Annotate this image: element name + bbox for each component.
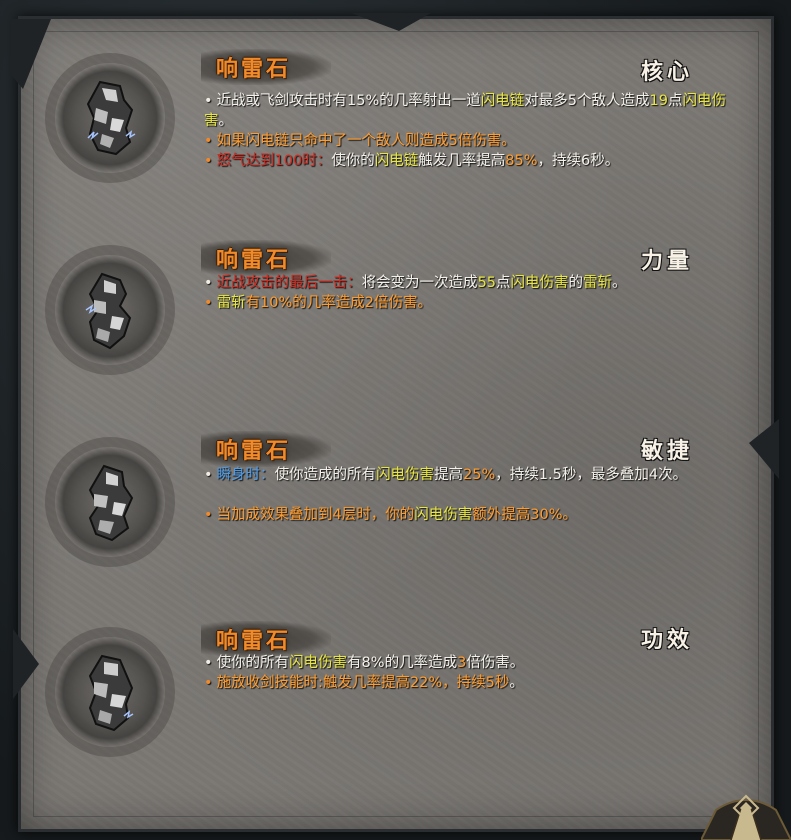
corner-ornament	[701, 794, 791, 840]
slot-label: 敏捷	[641, 439, 694, 464]
crack-decoration	[351, 13, 431, 31]
slot-label: 功效	[641, 628, 694, 653]
effect-line: • 如果闪电链只命中了一个敌人则造成5倍伤害。	[204, 133, 516, 149]
stone-title: 响雷石	[216, 248, 292, 273]
lightning-stone-icon[interactable]	[55, 447, 165, 557]
crack-decoration	[13, 629, 39, 699]
effect-line: • 雷斩有10%的几率造成2倍伤害。	[204, 295, 433, 311]
effect-line: • 近战或飞剑攻击时有15%的几率射出一道闪电链对最多5个敌人造成19点闪电伤害。	[204, 93, 726, 129]
crack-decoration	[11, 19, 51, 89]
crack-decoration	[749, 419, 779, 479]
slot-label: 力量	[641, 249, 694, 274]
lightning-stone-icon[interactable]	[55, 637, 165, 747]
effect-line: • 怒气达到100时：使你的闪电链触发几率提高85%，持续6秒。	[204, 153, 620, 169]
effect-line: • 瞬身时：使你造成的所有闪电伤害提高25%，持续1.5秒，最多叠加4次。	[204, 467, 688, 483]
effect-line: • 近战攻击的最后一击：将会变为一次造成55点闪电伤害的雷斩。	[204, 275, 627, 291]
effect-line: • 施放收剑技能时:触发几率提高22%，持续5秒。	[204, 675, 524, 691]
stone-title: 响雷石	[216, 57, 292, 82]
effect-line: • 使你的所有闪电伤害有8%的几率造成3倍伤害。	[204, 655, 525, 671]
slot-label: 核心	[641, 60, 694, 85]
lightning-stone-icon[interactable]	[55, 63, 165, 173]
stone-title: 响雷石	[216, 439, 292, 464]
stone-tooltip-panel: 响雷石 核心 • 近战或飞剑攻击时有15%的几率射出一道闪电链对最多5个敌人造成1…	[11, 13, 779, 832]
effect-line: • 当加成效果叠加到4层时，你的闪电伤害额外提高30%。	[204, 507, 578, 523]
stone-title: 响雷石	[216, 629, 292, 654]
lightning-stone-icon[interactable]	[55, 255, 165, 365]
